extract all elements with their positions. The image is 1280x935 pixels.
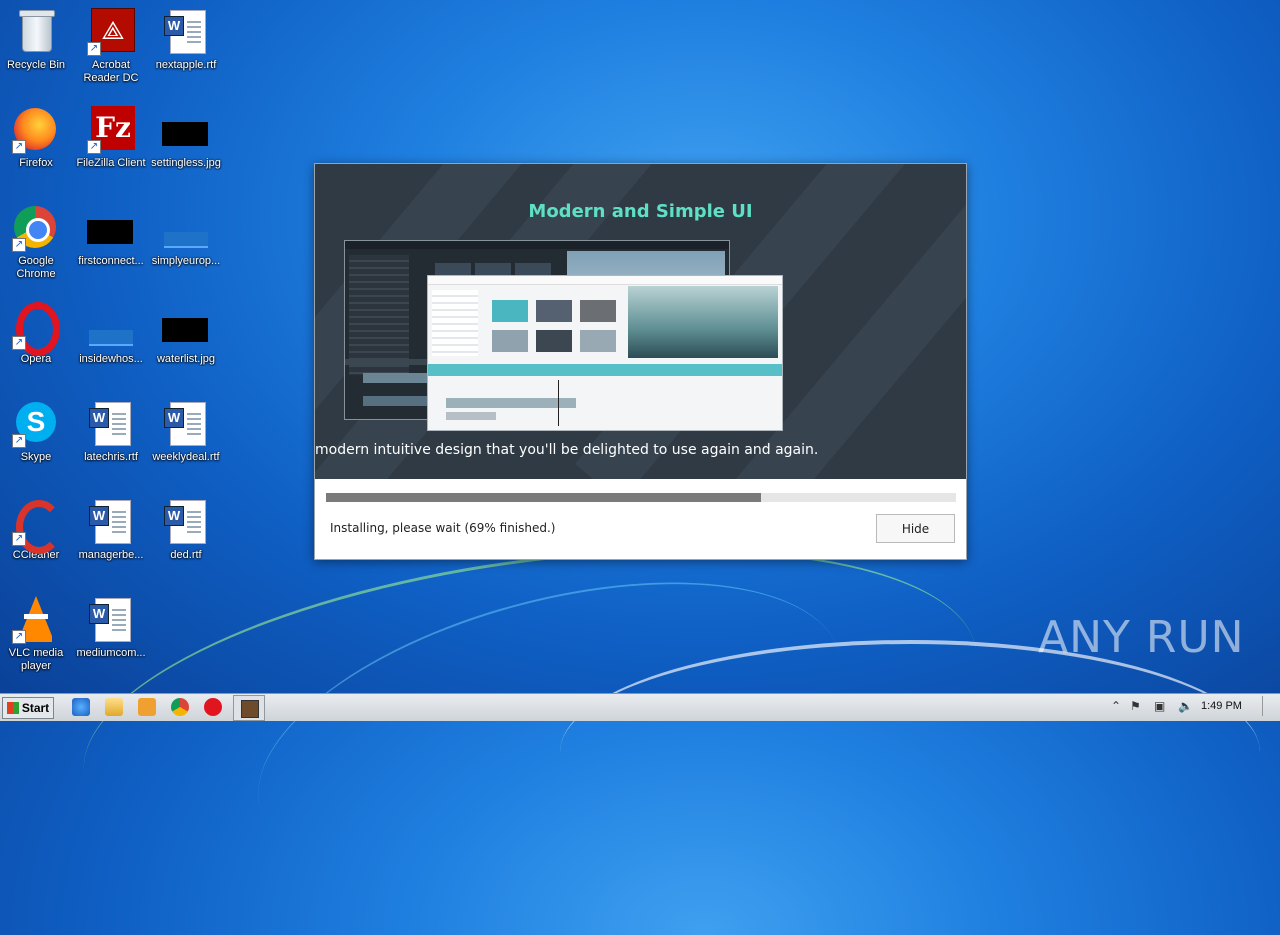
file-explorer-icon[interactable] (105, 698, 123, 716)
desktop-icon-waterlist[interactable]: waterlist.jpg (148, 302, 224, 366)
desktop-icon-label: latechris.rtf (84, 451, 138, 463)
word-document-icon: W (162, 8, 210, 56)
opera-icon: ↗ (12, 302, 60, 356)
file-thumbnail-icon (162, 106, 210, 154)
desktop-icon-label: waterlist.jpg (156, 353, 216, 365)
installer-window: Modern and Simple UI modern intuitive de… (314, 163, 967, 560)
desktop-icon-simplyeurop[interactable]: simplyeurop... (148, 204, 224, 268)
skype-icon: S ↗ (12, 400, 60, 448)
desktop-icon-latechris[interactable]: W latechris.rtf (73, 400, 149, 464)
desktop-icon-label: Firefox (19, 157, 53, 169)
vlc-icon: ↗ (12, 596, 60, 644)
banner-title: Modern and Simple UI (528, 201, 753, 222)
desktop-icon-firefox[interactable]: ↗ Firefox (0, 106, 74, 170)
network-icon[interactable]: ▣ (1154, 699, 1165, 715)
desktop-icon-ded[interactable]: W ded.rtf (148, 498, 224, 562)
media-player-icon[interactable] (138, 698, 156, 716)
desktop-icon-nextapple[interactable]: W nextapple.rtf (148, 8, 224, 72)
desktop-icon-vlc[interactable]: ↗ VLC media player (0, 596, 74, 673)
desktop-icon-label: mediumcom... (76, 647, 146, 659)
start-button[interactable]: Start (2, 697, 54, 719)
start-label: Start (21, 701, 50, 715)
desktop-icon-label: weeklydeal.rtf (152, 451, 220, 463)
word-document-icon: W (87, 498, 135, 546)
word-document-icon: W (162, 400, 210, 448)
desktop-icon-label: Recycle Bin (6, 59, 66, 71)
word-document-icon: W (87, 596, 135, 644)
show-hidden-icons-icon[interactable]: ⌃ (1111, 699, 1121, 715)
desktop-icon-firstconnect[interactable]: firstconnect... (73, 204, 149, 268)
desktop-icon-filezilla[interactable]: Fz ↗ FileZilla Client (73, 106, 149, 170)
desktop-icon-label: simplyeurop... (151, 255, 221, 267)
ccleaner-icon: ↗ (12, 498, 62, 554)
desktop-icon-managerbe[interactable]: W managerbe... (73, 498, 149, 562)
desktop-icon-label: firstconnect... (78, 255, 144, 267)
desktop-icon-label: Google Chrome (16, 255, 56, 280)
app-preview-light (427, 275, 783, 431)
banner-caption: modern intuitive design that you'll be d… (315, 442, 819, 458)
file-thumbnail-icon (87, 302, 135, 350)
windows-logo-icon (6, 702, 19, 714)
file-thumbnail-icon (162, 302, 210, 350)
install-status-text: Installing, please wait (69% finished.) (330, 521, 556, 535)
volume-icon[interactable]: 🔈 (1178, 699, 1193, 715)
file-thumbnail-icon (87, 204, 135, 252)
word-document-icon: W (162, 498, 210, 546)
opera-taskbar-icon[interactable] (204, 698, 222, 716)
desktop-icon-label: managerbe... (78, 549, 144, 561)
chrome-taskbar-icon[interactable] (171, 698, 189, 716)
installer-banner: Modern and Simple UI modern intuitive de… (315, 164, 966, 479)
install-progress-fill (326, 493, 761, 502)
desktop-icon-label: settingless.jpg (151, 157, 221, 169)
word-document-icon: W (87, 400, 135, 448)
taskbar: Start ⌃ ⚑ ▣ 🔈 1:49 PM (0, 693, 1280, 721)
desktop-icon-skype[interactable]: S ↗ Skype (0, 400, 74, 464)
desktop-icon-settingless[interactable]: settingless.jpg (148, 106, 224, 170)
desktop-icon-label: FileZilla Client (76, 157, 146, 169)
desktop-icon-ccleaner[interactable]: ↗ CCleaner (0, 498, 74, 562)
acrobat-icon: ⟁ ↗ (87, 8, 135, 56)
action-center-flag-icon[interactable]: ⚑ (1130, 699, 1141, 715)
desktop-icon-mediumcom[interactable]: W mediumcom... (73, 596, 149, 660)
desktop-icon-label: Acrobat Reader DC (83, 59, 139, 84)
desktop-icon-insidewhos[interactable]: insidewhos... (73, 302, 149, 366)
desktop-icon-label: insidewhos... (79, 353, 143, 365)
firefox-icon: ↗ (12, 106, 60, 154)
hide-button[interactable]: Hide (876, 514, 955, 543)
installer-app-icon (241, 700, 259, 718)
installer-taskbar-button[interactable] (233, 695, 265, 721)
desktop-icon-recycle-bin[interactable]: Recycle Bin (0, 8, 74, 72)
wallpaper-swirl (560, 640, 1260, 864)
recycle-bin-icon (12, 8, 60, 56)
desktop-icon-google-chrome[interactable]: ↗ Google Chrome (0, 204, 74, 281)
file-thumbnail-icon (162, 204, 210, 252)
desktop-icon-label: nextapple.rtf (155, 59, 217, 71)
filezilla-icon: Fz ↗ (87, 106, 135, 154)
install-progress-bar (326, 493, 956, 502)
chrome-icon: ↗ (12, 204, 60, 252)
desktop-icon-acrobat-reader[interactable]: ⟁ ↗ Acrobat Reader DC (73, 8, 149, 85)
desktop-icon-weeklydeal[interactable]: W weeklydeal.rtf (148, 400, 224, 464)
system-clock[interactable]: 1:49 PM (1201, 700, 1242, 712)
anyrun-watermark: ANY RUN (1038, 612, 1245, 663)
desktop-icon-label: Skype (20, 451, 52, 463)
desktop-icon-opera[interactable]: ↗ Opera (0, 302, 74, 366)
internet-explorer-icon[interactable] (72, 698, 90, 716)
desktop-icon-label: ded.rtf (170, 549, 202, 561)
desktop-icon-label: VLC media player (8, 647, 64, 672)
show-desktop-button[interactable] (1262, 696, 1277, 716)
